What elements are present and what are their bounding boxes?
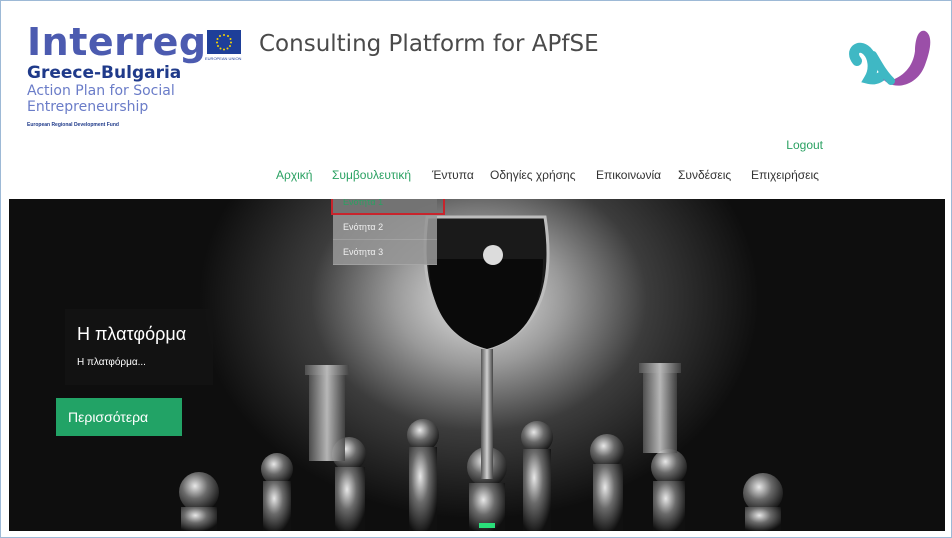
site-title: Consulting Platform for APfSE xyxy=(259,31,599,57)
nav-item-user-guide[interactable]: Οδηγίες χρήσης xyxy=(490,168,575,182)
main-nav: Αρχική Συμβουλευτική Έντυπα Οδηγίες χρήσ… xyxy=(9,168,945,188)
logout-link[interactable]: Logout xyxy=(786,138,823,152)
logo-line-2: Entrepreneurship xyxy=(27,99,149,115)
logo-line-1: Action Plan for Social xyxy=(27,83,175,99)
dropdown-item-unit-2[interactable]: Ενότητα 2 xyxy=(333,215,437,240)
hero-banner: Η πλατφόρμα Η πλατφόρμα... Περισσότερα Ε… xyxy=(9,199,945,531)
browser-frame: Interreg Greece-Bulgaria Action Plan for… xyxy=(0,0,952,538)
logo-fund-text: European Regional Development Fund xyxy=(27,122,119,128)
logo-region-text: Greece-Bulgaria xyxy=(27,63,182,83)
interreg-logo[interactable]: Interreg Greece-Bulgaria Action Plan for… xyxy=(27,23,237,128)
site-header: Interreg Greece-Bulgaria Action Plan for… xyxy=(9,9,945,199)
nav-item-forms[interactable]: Έντυπα xyxy=(432,168,474,182)
hero-text: Η πλατφόρμα... xyxy=(77,357,146,368)
nav-item-businesses[interactable]: Επιχειρήσεις xyxy=(751,168,819,182)
nav-item-consulting[interactable]: Συμβουλευτική xyxy=(332,168,411,182)
dropdown-item-unit-3[interactable]: Ενότητα 3 xyxy=(333,240,437,265)
selection-highlight-box xyxy=(331,199,445,215)
eu-caption: EUROPEAN UNION xyxy=(205,56,242,61)
eu-flag-icon xyxy=(207,30,241,54)
hero-caption: Η πλατφόρμα Η πλατφόρμα... xyxy=(65,309,213,385)
more-button[interactable]: Περισσότερα xyxy=(56,398,182,436)
nav-item-home[interactable]: Αρχική xyxy=(276,168,312,182)
nav-item-contact[interactable]: Επικοινωνία xyxy=(596,168,661,182)
hero-title: Η πλατφόρμα xyxy=(77,324,187,344)
platform-logo-icon[interactable] xyxy=(839,21,939,103)
nav-item-links[interactable]: Συνδέσεις xyxy=(678,168,731,182)
